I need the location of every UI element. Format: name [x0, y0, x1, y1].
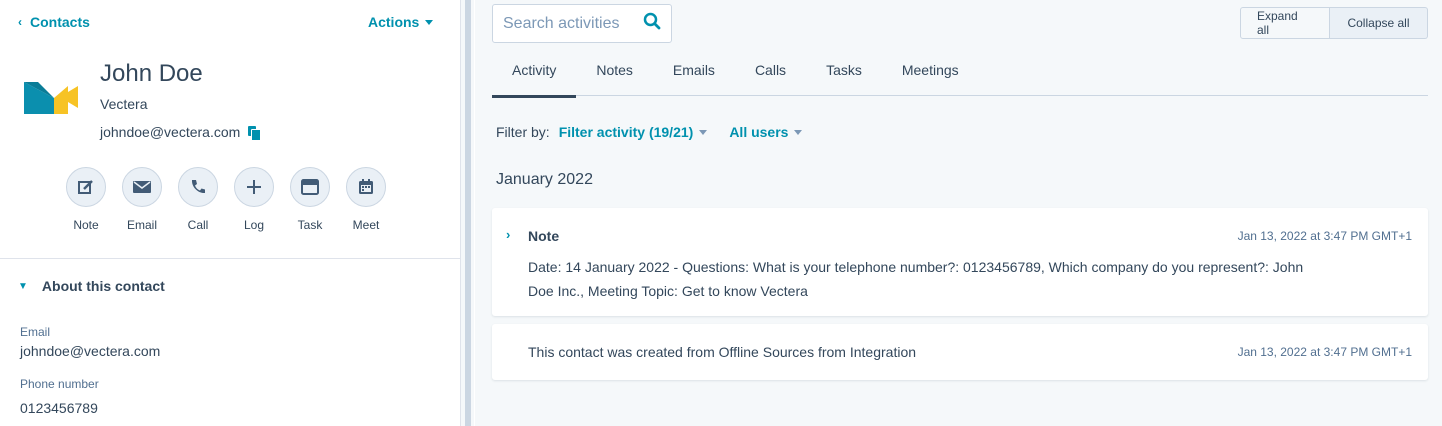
log-action-button[interactable]: Log [234, 167, 274, 232]
calendar-icon [346, 167, 386, 207]
email-property-value[interactable]: johndoe@vectera.com [20, 343, 160, 359]
email-action-label: Email [126, 218, 157, 232]
chevron-right-icon[interactable]: › [506, 227, 510, 242]
filter-bar: Filter by: Filter activity (19/21) All u… [496, 124, 824, 140]
activity-panel: Expand all Collapse all Activity Notes E… [475, 0, 1442, 426]
task-icon [290, 167, 330, 207]
timeline-created-card: This contact was created from Offline So… [492, 324, 1428, 380]
tab-notes[interactable]: Notes [576, 62, 653, 96]
tab-emails[interactable]: Emails [653, 62, 735, 96]
meet-action-label: Meet [352, 218, 380, 232]
tab-calls[interactable]: Calls [735, 62, 806, 96]
created-card-timestamp: Jan 13, 2022 at 3:47 PM GMT+1 [1237, 345, 1412, 359]
back-link-label: Contacts [30, 14, 90, 30]
contact-email: johndoe@vectera.com [100, 124, 241, 140]
log-action-label: Log [243, 218, 265, 232]
panel-resizer[interactable] [460, 0, 474, 426]
resizer-handle[interactable] [465, 0, 471, 426]
filter-label: Filter by: [496, 124, 550, 140]
chevron-left-icon: ‹ [18, 15, 22, 29]
actions-dropdown[interactable]: Actions [368, 14, 434, 30]
actions-label: Actions [368, 14, 420, 30]
note-card-body: Date: 14 January 2022 - Questions: What … [528, 259, 1304, 299]
all-users-label: All users [729, 124, 789, 140]
call-action-label: Call [187, 218, 209, 232]
tab-activity[interactable]: Activity [492, 62, 577, 98]
chevron-down-icon: ▼ [18, 280, 28, 292]
filter-activity-label: Filter activity (19/21) [558, 124, 694, 140]
email-action-button[interactable]: Email [122, 167, 162, 232]
contact-sidebar: ‹ Contacts Actions John Doe Vectera john… [0, 0, 460, 426]
created-card-body: This contact was created from Offline So… [528, 344, 917, 360]
expand-collapse-group: Expand all Collapse all [1240, 7, 1428, 39]
call-action-button[interactable]: Call [178, 167, 218, 232]
expand-all-button[interactable]: Expand all [1240, 7, 1330, 39]
note-card-timestamp: Jan 13, 2022 at 3:47 PM GMT+1 [1237, 229, 1412, 243]
plus-icon [234, 167, 274, 207]
tab-meetings[interactable]: Meetings [882, 62, 979, 96]
activity-tabs: Activity Notes Emails Calls Tasks Meetin… [492, 62, 1428, 98]
month-heading: January 2022 [496, 171, 593, 188]
note-card-title: Note [528, 228, 560, 244]
caret-down-icon [699, 129, 708, 135]
tab-tasks[interactable]: Tasks [806, 62, 882, 96]
note-edit-icon [66, 167, 106, 207]
quick-actions: Note Email Call Log Task Meet [66, 167, 386, 232]
timeline-note-card[interactable]: › Note Jan 13, 2022 at 3:47 PM GMT+1 Dat… [492, 208, 1428, 316]
task-action-label: Task [297, 218, 323, 232]
note-action-label: Note [73, 218, 99, 232]
contact-company: Vectera [100, 96, 148, 112]
search-box [492, 4, 672, 43]
phone-property-label: Phone number [20, 377, 99, 391]
caret-down-icon [794, 129, 803, 135]
about-section-title: About this contact [41, 278, 165, 294]
all-users-dropdown[interactable]: All users [729, 124, 803, 140]
envelope-icon [122, 167, 162, 207]
company-logo [24, 82, 78, 114]
copy-icon[interactable] [248, 125, 262, 141]
phone-icon [178, 167, 218, 207]
contact-email-line: johndoe@vectera.com [100, 124, 262, 141]
meet-action-button[interactable]: Meet [346, 167, 386, 232]
collapse-all-button[interactable]: Collapse all [1330, 7, 1428, 39]
about-section-toggle[interactable]: ▼ About this contact [18, 278, 165, 294]
caret-down-icon [425, 19, 434, 25]
back-to-contacts-link[interactable]: ‹ Contacts [18, 14, 90, 30]
email-property-label: Email [20, 325, 51, 339]
filter-activity-dropdown[interactable]: Filter activity (19/21) [559, 124, 708, 140]
search-input[interactable] [503, 14, 633, 33]
search-icon[interactable] [643, 12, 661, 35]
task-action-button[interactable]: Task [290, 167, 330, 232]
contact-name: John Doe [100, 60, 203, 87]
section-divider [0, 258, 460, 259]
phone-property-value[interactable]: 0123456789 [20, 400, 98, 416]
note-action-button[interactable]: Note [66, 167, 106, 232]
